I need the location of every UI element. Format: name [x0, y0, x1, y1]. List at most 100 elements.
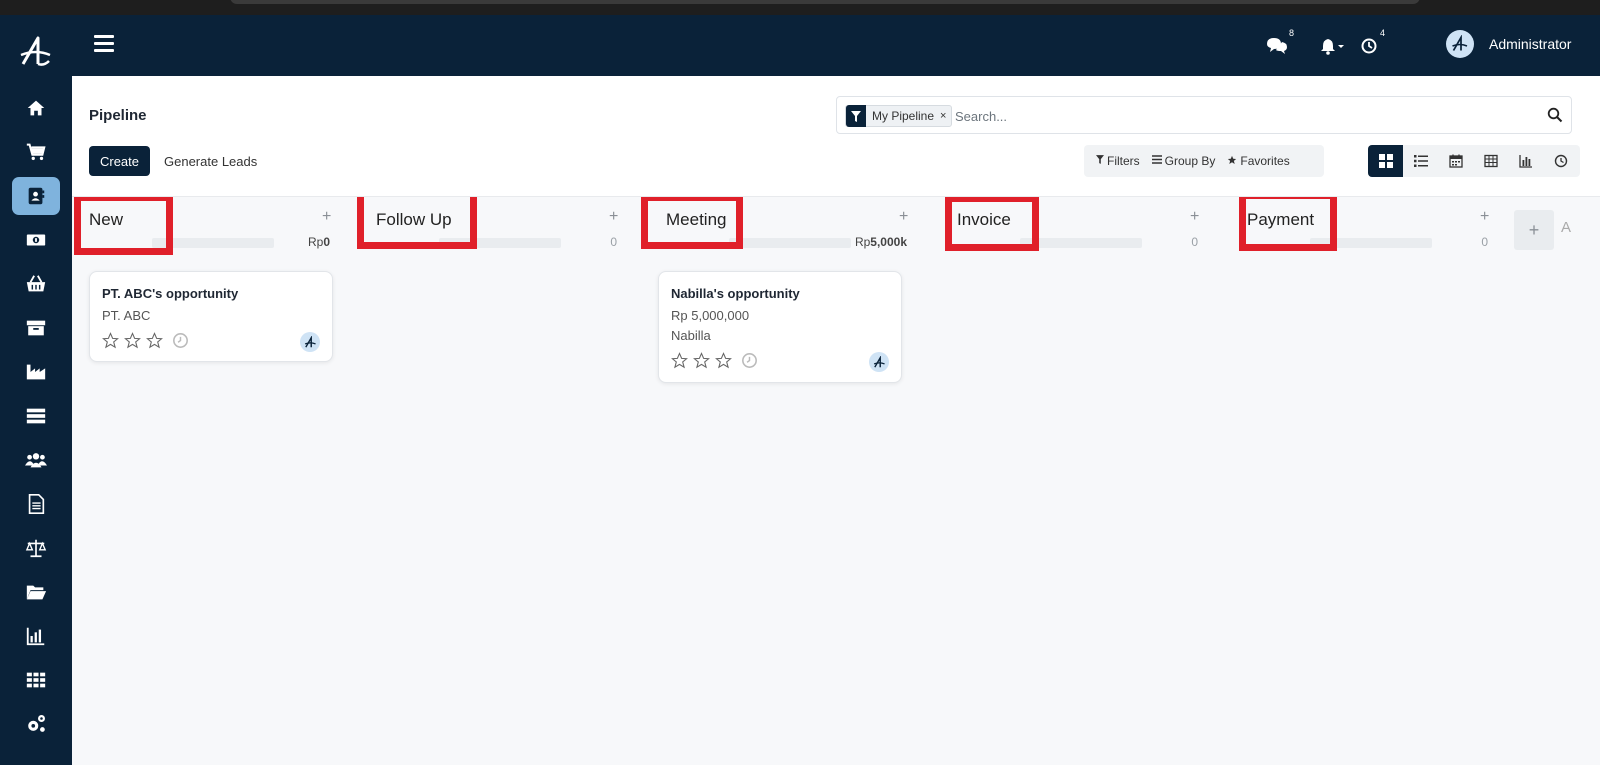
avatar-logo-icon — [1452, 35, 1468, 51]
folder-icon — [26, 585, 47, 600]
add-column-label: A — [1561, 219, 1572, 236]
team-icon — [25, 453, 47, 468]
group-by-button[interactable]: Group By — [1151, 154, 1216, 168]
user-avatar[interactable] — [1446, 30, 1474, 58]
list-icon — [1413, 155, 1428, 167]
calendar-view-button[interactable] — [1438, 145, 1473, 177]
quick-create-icon[interactable]: + — [1190, 208, 1199, 226]
kanban-view-button[interactable] — [1368, 145, 1403, 177]
sidebar-item-employees[interactable] — [12, 441, 60, 479]
app-logo-icon[interactable] — [18, 33, 54, 69]
facet-remove-icon[interactable]: × — [938, 110, 951, 122]
column-title[interactable]: New — [89, 210, 123, 230]
card-priority — [671, 352, 763, 369]
scale-icon — [25, 539, 47, 558]
avatar-logo-icon — [304, 335, 316, 348]
column-title[interactable]: Payment — [1247, 210, 1314, 230]
cart-icon — [26, 143, 46, 161]
card-priority — [102, 332, 194, 349]
sidebar-item-manufacturing[interactable] — [12, 353, 60, 391]
sidebar-item-inventory[interactable] — [12, 309, 60, 347]
card-expected-revenue: Rp 5,000,000 — [671, 308, 750, 323]
money-icon — [26, 234, 46, 246]
column-title[interactable]: Invoice — [957, 210, 1011, 230]
sidebar-item-home[interactable] — [12, 89, 60, 127]
pivot-view-button[interactable] — [1473, 145, 1508, 177]
activities-clock-icon[interactable] — [1361, 37, 1377, 55]
column-progress-bar — [729, 238, 851, 248]
storage-icon — [26, 408, 46, 424]
column-title[interactable]: Follow Up — [376, 210, 452, 230]
notifications-icon[interactable] — [1320, 37, 1346, 55]
user-name[interactable]: Administrator — [1489, 36, 1571, 52]
favorites-button[interactable]: Favorites — [1227, 154, 1290, 168]
activities-count: 4 — [1380, 28, 1386, 38]
kanban-column-invoice: Invoice + 0 — [940, 197, 1199, 765]
sidebar-item-crm[interactable] — [12, 177, 60, 215]
search-input[interactable] — [955, 106, 1515, 126]
document-icon — [28, 494, 45, 514]
avatar-logo-icon — [873, 355, 885, 368]
list-view-button[interactable] — [1403, 145, 1438, 177]
filters-button[interactable]: Filters — [1096, 154, 1140, 168]
card-title: Nabilla's opportunity — [671, 286, 800, 301]
factory-icon — [26, 364, 46, 380]
kanban-card[interactable]: PT. ABC's opportunity PT. ABC — [89, 271, 333, 362]
column-title[interactable]: Meeting — [666, 210, 726, 230]
column-total: 0 — [1191, 235, 1198, 249]
star-icon — [1227, 155, 1237, 168]
sidebar — [0, 15, 72, 765]
sidebar-item-settings[interactable] — [12, 705, 60, 743]
kanban-card[interactable]: Nabilla's opportunity Rp 5,000,000 Nabil… — [658, 271, 902, 383]
star-outline-icon[interactable] — [124, 332, 141, 349]
archive-icon — [26, 320, 46, 336]
kanban-icon — [1378, 154, 1393, 168]
quick-create-icon[interactable]: + — [322, 208, 331, 226]
add-column-button[interactable]: + — [1514, 210, 1554, 250]
column-total: 0 — [1481, 235, 1488, 249]
activity-clock-icon[interactable] — [741, 352, 758, 369]
star-outline-icon[interactable] — [693, 352, 710, 369]
sidebar-item-apps[interactable] — [12, 661, 60, 699]
sidebar-item-purchase[interactable] — [12, 265, 60, 303]
top-navbar: 8 4 Administrator — [72, 15, 1600, 76]
card-contact: Nabilla — [671, 328, 711, 343]
quick-create-icon[interactable]: + — [609, 208, 618, 226]
activity-clock-icon[interactable] — [172, 332, 189, 349]
group-by-icon — [1151, 155, 1162, 167]
messages-icon[interactable] — [1266, 37, 1288, 55]
sidebar-item-accounting[interactable] — [12, 221, 60, 259]
sidebar-item-documents[interactable] — [12, 485, 60, 523]
graph-view-button[interactable] — [1508, 145, 1543, 177]
sidebar-item-sales[interactable] — [12, 133, 60, 171]
generate-leads-button[interactable]: Generate Leads — [164, 146, 257, 176]
calendar-icon — [1448, 154, 1463, 168]
kanban-board: New + Rp0 Follow Up + 0 Meeting + Rp5,00… — [72, 196, 1600, 765]
card-assignee-avatar[interactable] — [300, 332, 320, 352]
bar-chart-icon — [1518, 155, 1532, 168]
sidebar-item-reporting[interactable] — [12, 617, 60, 655]
menu-toggle-icon[interactable] — [94, 35, 114, 53]
column-progress-bar — [1310, 238, 1432, 248]
create-button[interactable]: Create — [89, 146, 150, 176]
sidebar-item-storage[interactable] — [12, 397, 60, 435]
browser-address-bar[interactable] — [230, 0, 1420, 4]
column-total: Rp5,000k — [854, 235, 907, 249]
quick-create-icon[interactable]: + — [1480, 208, 1489, 226]
star-outline-icon[interactable] — [671, 352, 688, 369]
sidebar-item-files[interactable] — [12, 573, 60, 611]
search-bar: My Pipeline × — [836, 96, 1572, 134]
card-assignee-avatar[interactable] — [869, 352, 889, 372]
card-customer: PT. ABC — [102, 308, 151, 323]
star-outline-icon[interactable] — [715, 352, 732, 369]
page-title: Pipeline — [89, 107, 147, 124]
quick-create-icon[interactable]: + — [899, 208, 908, 226]
sidebar-item-legal[interactable] — [12, 529, 60, 567]
group-by-label: Group By — [1164, 154, 1216, 168]
star-outline-icon[interactable] — [102, 332, 119, 349]
chart-icon — [26, 627, 45, 646]
view-switcher — [1368, 145, 1580, 177]
activity-view-button[interactable] — [1543, 145, 1578, 177]
search-icon[interactable] — [1547, 107, 1563, 123]
star-outline-icon[interactable] — [146, 332, 163, 349]
